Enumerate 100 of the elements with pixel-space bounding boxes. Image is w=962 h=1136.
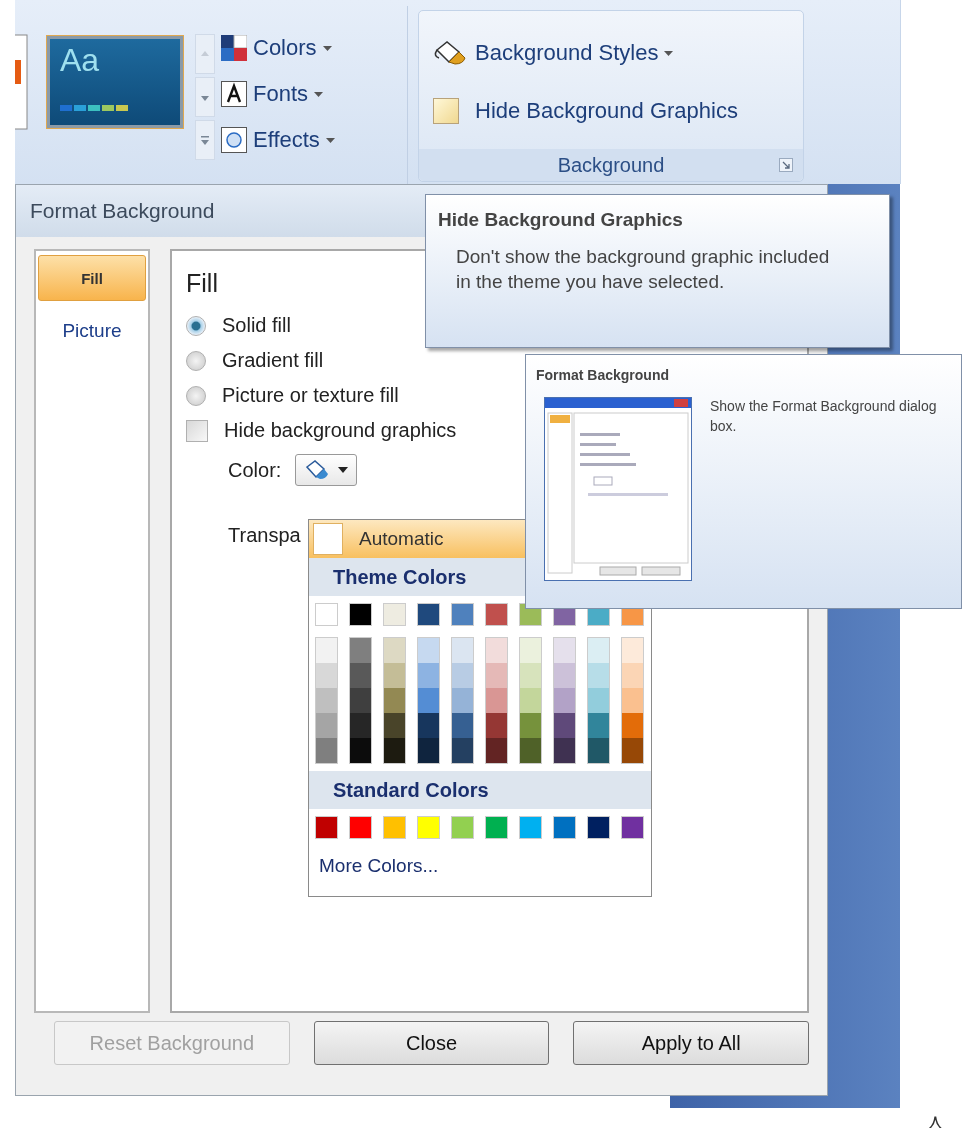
color-swatch[interactable]	[452, 663, 473, 688]
color-swatch[interactable]	[316, 738, 337, 763]
color-swatch[interactable]	[485, 816, 508, 839]
color-swatch[interactable]	[417, 603, 440, 626]
nav-item[interactable]: Picture	[38, 309, 146, 353]
color-swatch[interactable]	[350, 688, 371, 713]
color-swatch[interactable]	[486, 688, 507, 713]
scroll-down-icon[interactable]	[195, 77, 215, 117]
fonts-icon	[221, 81, 247, 107]
color-swatch[interactable]	[520, 663, 541, 688]
color-swatch[interactable]	[554, 713, 575, 738]
color-swatch[interactable]	[554, 638, 575, 663]
color-swatch[interactable]	[486, 663, 507, 688]
color-swatch[interactable]	[316, 688, 337, 713]
color-swatch[interactable]	[418, 638, 439, 663]
radio-option[interactable]: Gradient fill	[186, 349, 324, 372]
dialog-launcher-icon[interactable]	[779, 158, 793, 172]
nav-item[interactable]: Fill	[38, 255, 146, 301]
caret-icon	[664, 50, 674, 56]
color-swatch[interactable]	[350, 638, 371, 663]
scroll-up-icon[interactable]	[195, 34, 215, 74]
radio-button[interactable]	[186, 315, 206, 336]
caret-icon	[338, 467, 349, 473]
color-swatch[interactable]	[350, 738, 371, 763]
theme-command-button[interactable]: Fonts	[221, 74, 335, 114]
radio-option[interactable]: Picture or texture fill	[186, 384, 399, 407]
corner-mark: ⋏	[928, 1109, 943, 1133]
color-swatch[interactable]	[418, 713, 439, 738]
color-swatch[interactable]	[554, 688, 575, 713]
color-swatch[interactable]	[588, 663, 609, 688]
color-swatch[interactable]	[622, 663, 643, 688]
color-swatch[interactable]	[418, 688, 439, 713]
radio-button[interactable]	[186, 385, 206, 406]
color-swatch[interactable]	[418, 663, 439, 688]
color-swatch[interactable]	[554, 663, 575, 688]
color-swatch[interactable]	[451, 816, 474, 839]
color-swatch[interactable]	[587, 816, 610, 839]
background-styles-button[interactable]: Background Styles	[433, 33, 789, 73]
color-swatch[interactable]	[622, 713, 643, 738]
hide-background-graphics-checkbox[interactable]: Hide Background Graphics	[433, 91, 789, 131]
color-swatch[interactable]	[485, 603, 508, 626]
color-swatch[interactable]	[316, 713, 337, 738]
color-swatch[interactable]	[418, 738, 439, 763]
color-swatch[interactable]	[350, 713, 371, 738]
color-swatch[interactable]	[520, 738, 541, 763]
colors-icon	[221, 35, 247, 61]
color-swatch[interactable]	[520, 638, 541, 663]
color-swatch[interactable]	[384, 738, 405, 763]
theme-thumbnail-icon[interactable]	[15, 34, 29, 130]
checkbox[interactable]	[433, 98, 459, 124]
color-swatch[interactable]	[520, 713, 541, 738]
color-swatch[interactable]	[384, 638, 405, 663]
color-swatch[interactable]	[315, 603, 338, 626]
radio-option[interactable]: Solid fill	[186, 314, 291, 337]
color-swatch[interactable]	[349, 603, 372, 626]
group-label: Background	[557, 153, 665, 177]
color-swatch[interactable]	[452, 638, 473, 663]
color-swatch[interactable]	[316, 638, 337, 663]
radio-button[interactable]	[186, 350, 206, 371]
color-swatch[interactable]	[384, 663, 405, 688]
color-swatch[interactable]	[622, 688, 643, 713]
option-label: Picture or texture fill	[222, 384, 399, 407]
supertip-title: Format Background	[536, 367, 670, 383]
color-swatch[interactable]	[452, 738, 473, 763]
color-swatch[interactable]	[622, 638, 643, 663]
color-swatch[interactable]	[553, 816, 576, 839]
color-swatch[interactable]	[486, 713, 507, 738]
color-swatch[interactable]	[384, 688, 405, 713]
color-swatch[interactable]	[417, 816, 440, 839]
theme-thumbnail[interactable]: Aa	[47, 36, 183, 128]
color-swatch[interactable]	[315, 816, 338, 839]
color-label: Color:	[228, 458, 282, 482]
color-swatch[interactable]	[383, 816, 406, 839]
theme-command-button[interactable]: Effects	[221, 120, 335, 160]
color-swatch[interactable]	[451, 603, 474, 626]
color-swatch[interactable]	[588, 713, 609, 738]
color-swatch[interactable]	[588, 638, 609, 663]
color-swatch[interactable]	[349, 816, 372, 839]
color-swatch[interactable]	[384, 713, 405, 738]
color-swatch[interactable]	[452, 713, 473, 738]
color-swatch[interactable]	[519, 816, 542, 839]
color-swatch[interactable]	[588, 738, 609, 763]
color-swatch[interactable]	[588, 688, 609, 713]
color-swatch[interactable]	[554, 738, 575, 763]
dialog-button[interactable]: Apply to All	[573, 1021, 809, 1065]
color-swatch[interactable]	[350, 663, 371, 688]
color-swatch[interactable]	[486, 638, 507, 663]
color-swatch[interactable]	[486, 738, 507, 763]
theme-command-button[interactable]: Colors	[221, 28, 335, 68]
color-swatch[interactable]	[452, 688, 473, 713]
color-swatch[interactable]	[622, 738, 643, 763]
color-swatch[interactable]	[520, 688, 541, 713]
color-swatch[interactable]	[383, 603, 406, 626]
color-swatch[interactable]	[316, 663, 337, 688]
color-picker-button[interactable]	[295, 454, 358, 486]
checkbox[interactable]	[186, 419, 208, 442]
more-colors-item[interactable]: More Colors...	[309, 846, 651, 886]
color-swatch[interactable]	[621, 816, 644, 839]
more-icon[interactable]	[195, 120, 215, 160]
dialog-button[interactable]: Close	[313, 1021, 550, 1065]
